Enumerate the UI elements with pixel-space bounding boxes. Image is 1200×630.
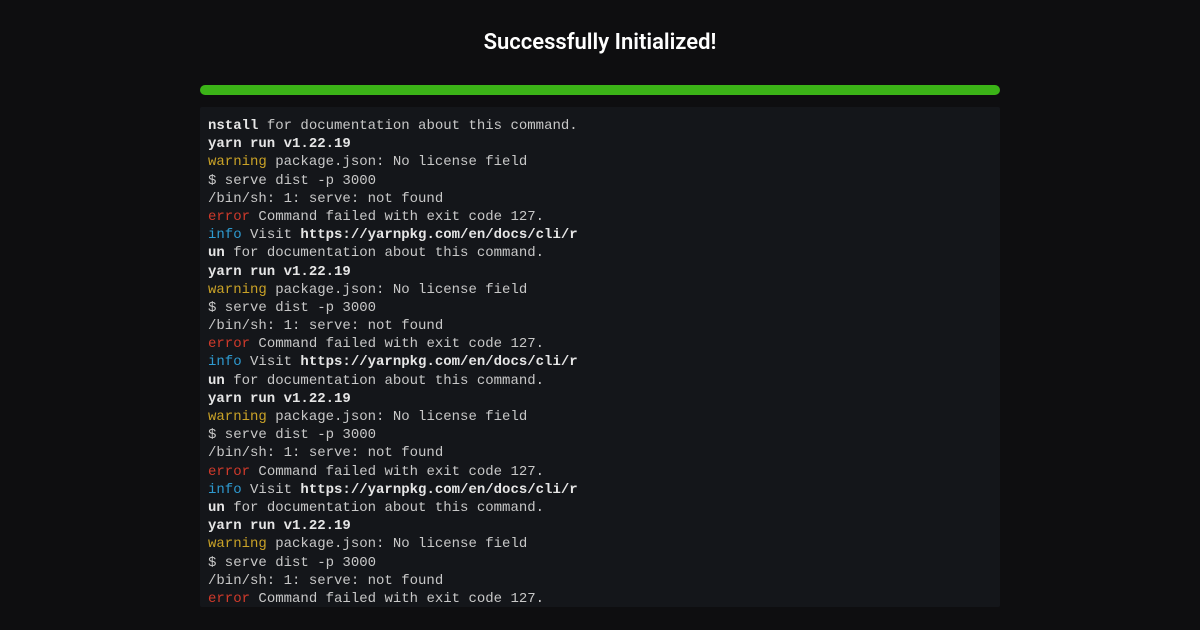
log-text: Visit <box>242 227 301 243</box>
console-line: /bin/sh: 1: serve: not found <box>208 190 992 208</box>
progress-bar <box>200 85 1000 95</box>
log-error: error <box>208 336 250 352</box>
log-text: $ serve dist -p 3000 <box>208 427 376 443</box>
console-line: $ serve dist -p 3000 <box>208 554 992 572</box>
log-text: Visit <box>242 354 301 370</box>
log-text: for documentation about this command. <box>225 373 544 389</box>
console-line: error Command failed with exit code 127. <box>208 335 992 353</box>
log-text: for documentation about this command. <box>225 245 544 261</box>
console-line: info Visit https://yarnpkg.com/en/docs/c… <box>208 481 992 499</box>
log-text: Command failed with exit code 127. <box>250 464 544 480</box>
console-line: $ serve dist -p 3000 <box>208 299 992 317</box>
log-warning: warning <box>208 154 267 170</box>
console-line: yarn run v1.22.19 <box>208 517 992 535</box>
log-error: error <box>208 591 250 607</box>
log-info: info <box>208 227 242 243</box>
log-bold: un <box>208 245 225 261</box>
console-line: $ serve dist -p 3000 <box>208 426 992 444</box>
console-line: /bin/sh: 1: serve: not found <box>208 317 992 335</box>
log-text: Visit <box>242 482 301 498</box>
log-text: $ serve dist -p 3000 <box>208 300 376 316</box>
console-line: warning package.json: No license field <box>208 153 992 171</box>
console-line: info Visit https://yarnpkg.com/en/docs/c… <box>208 226 992 244</box>
log-warning: warning <box>208 282 267 298</box>
log-error: error <box>208 464 250 480</box>
log-text: package.json: No license field <box>267 536 527 552</box>
log-bold: yarn run v1.22.19 <box>208 518 351 534</box>
log-text: package.json: No license field <box>267 409 527 425</box>
log-link: https://yarnpkg.com/en/docs/cli/r <box>300 354 577 370</box>
log-text: for documentation about this command. <box>225 500 544 516</box>
console-line: error Command failed with exit code 127. <box>208 590 992 607</box>
console-line: warning package.json: No license field <box>208 408 992 426</box>
log-text: /bin/sh: 1: serve: not found <box>208 445 443 461</box>
console-line: /bin/sh: 1: serve: not found <box>208 444 992 462</box>
console-line: $ serve dist -p 3000 <box>208 172 992 190</box>
log-info: info <box>208 482 242 498</box>
console-line: un for documentation about this command. <box>208 372 992 390</box>
log-text: for documentation about this command. <box>258 118 577 134</box>
log-text: $ serve dist -p 3000 <box>208 173 376 189</box>
log-bold: yarn run v1.22.19 <box>208 264 351 280</box>
log-text: Command failed with exit code 127. <box>250 336 544 352</box>
console-line: un for documentation about this command. <box>208 499 992 517</box>
log-link: https://yarnpkg.com/en/docs/cli/r <box>300 227 577 243</box>
log-bold: yarn run v1.22.19 <box>208 391 351 407</box>
console-line: nstall for documentation about this comm… <box>208 117 992 135</box>
log-bold: yarn run v1.22.19 <box>208 136 351 152</box>
log-text: $ serve dist -p 3000 <box>208 555 376 571</box>
console-line: error Command failed with exit code 127. <box>208 463 992 481</box>
page-title: Successfully Initialized! <box>484 30 717 55</box>
console-line: yarn run v1.22.19 <box>208 263 992 281</box>
log-info: info <box>208 354 242 370</box>
log-text: package.json: No license field <box>267 282 527 298</box>
console-line: warning package.json: No license field <box>208 281 992 299</box>
log-text: /bin/sh: 1: serve: not found <box>208 573 443 589</box>
console-line: error Command failed with exit code 127. <box>208 208 992 226</box>
log-bold: un <box>208 373 225 389</box>
log-warning: warning <box>208 409 267 425</box>
console-line: yarn run v1.22.19 <box>208 390 992 408</box>
log-text: Command failed with exit code 127. <box>250 591 544 607</box>
log-text: package.json: No license field <box>267 154 527 170</box>
log-warning: warning <box>208 536 267 552</box>
log-bold: un <box>208 500 225 516</box>
console-output[interactable]: nstall for documentation about this comm… <box>200 107 1000 607</box>
console-line: un for documentation about this command. <box>208 244 992 262</box>
console-line: info Visit https://yarnpkg.com/en/docs/c… <box>208 353 992 371</box>
log-text: /bin/sh: 1: serve: not found <box>208 318 443 334</box>
console-line: warning package.json: No license field <box>208 535 992 553</box>
console-line: /bin/sh: 1: serve: not found <box>208 572 992 590</box>
log-link: https://yarnpkg.com/en/docs/cli/r <box>300 482 577 498</box>
console-line: yarn run v1.22.19 <box>208 135 992 153</box>
log-text: /bin/sh: 1: serve: not found <box>208 191 443 207</box>
log-bold: nstall <box>208 118 258 134</box>
log-error: error <box>208 209 250 225</box>
log-text: Command failed with exit code 127. <box>250 209 544 225</box>
